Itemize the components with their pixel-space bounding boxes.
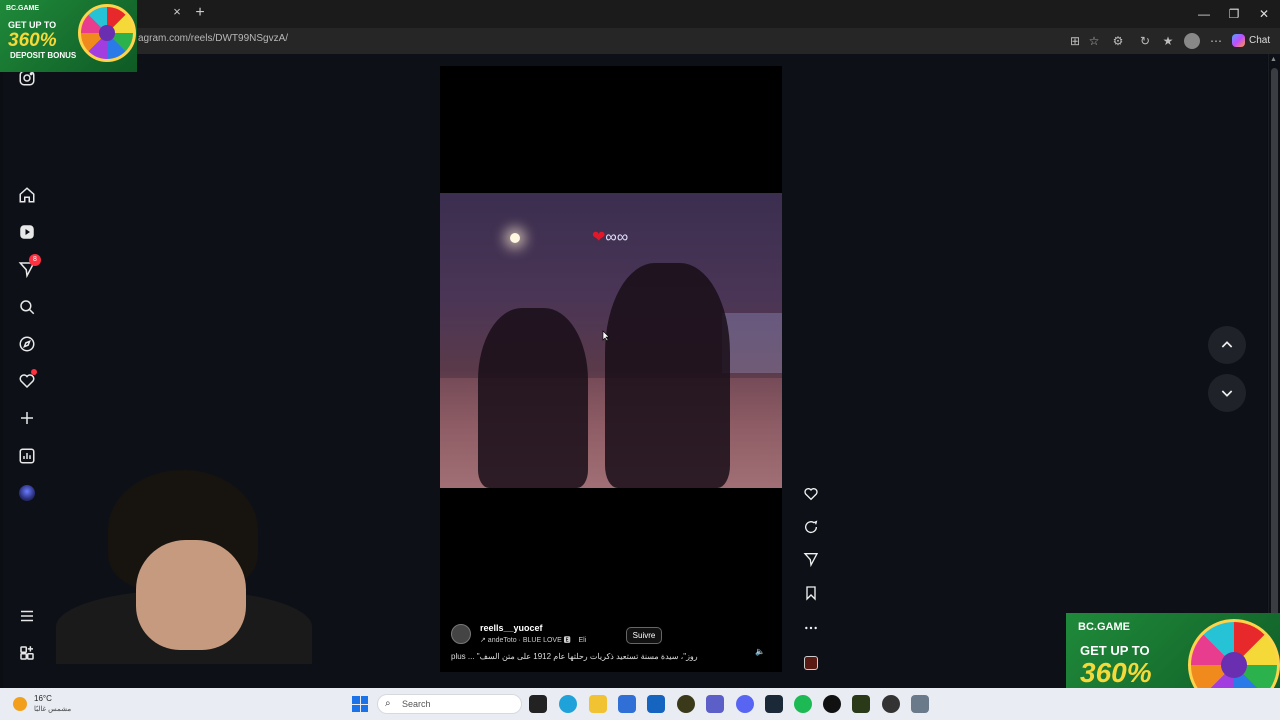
building-lights <box>722 313 782 373</box>
edge-icon[interactable] <box>559 695 577 713</box>
chat-label: Chat <box>1249 35 1271 46</box>
heart-icon: ❤ <box>592 229 606 246</box>
mute-icon[interactable]: 🔈 <box>755 647 769 661</box>
app-icon-3[interactable] <box>852 695 870 713</box>
reel-audio-text: ↗ andeToto · BLUE LOVE 🅴 <box>480 637 571 644</box>
dashboard-icon[interactable] <box>17 446 37 466</box>
windows-start-icon[interactable] <box>352 696 368 712</box>
chevron-down-icon <box>1221 390 1233 397</box>
steam-icon[interactable] <box>765 695 783 713</box>
comment-icon[interactable] <box>802 518 820 536</box>
person-right <box>605 263 730 488</box>
webcam-face <box>136 540 246 650</box>
minimize-button[interactable]: — <box>1192 4 1216 24</box>
messages-icon[interactable]: 8 <box>17 254 41 279</box>
like-icon[interactable] <box>802 485 820 503</box>
reels-icon[interactable] <box>17 222 37 242</box>
file-explorer-icon[interactable] <box>589 695 607 713</box>
settings-icon[interactable] <box>911 695 929 713</box>
ad-brand: BC.GAME <box>6 5 40 12</box>
ad-percent: 360% <box>8 30 57 51</box>
share-icon[interactable] <box>802 550 820 568</box>
ad-deposit-bonus: DEPOSIT BONUS <box>10 51 77 60</box>
ad-percent-bottom: 360% <box>1080 657 1152 688</box>
reel-username[interactable]: reells__yuocef <box>480 623 543 633</box>
create-icon[interactable] <box>17 408 37 428</box>
browser-tab-bar: × + — ❐ ✕ <box>0 0 1280 28</box>
outlook-icon[interactable] <box>618 695 636 713</box>
mouse-cursor <box>602 330 610 342</box>
favorites-icon[interactable]: ★ <box>1160 33 1176 49</box>
save-icon[interactable] <box>802 584 820 602</box>
notification-dot <box>31 369 37 375</box>
weather-sun-icon[interactable] <box>13 697 27 711</box>
more-apps-icon[interactable] <box>17 643 37 663</box>
app-icon-2[interactable] <box>823 695 841 713</box>
split-screen-icon[interactable]: ⊞ <box>1067 33 1083 49</box>
webcam-overlay <box>56 470 312 664</box>
more-options-icon[interactable] <box>802 619 820 637</box>
windows-taskbar <box>0 688 1280 720</box>
bcgame-ad-top[interactable]: BC.GAME GET UP TO 360% DEPOSIT BONUS <box>0 0 137 72</box>
search-icon[interactable] <box>17 297 37 317</box>
spotify-icon[interactable] <box>794 695 812 713</box>
reel-audio-label[interactable]: ↗ andeToto · BLUE LOVE 🅴 Eli <box>480 635 586 645</box>
page-scrollbar[interactable]: ▲ ▼ <box>1268 54 1280 688</box>
notifications-badge: 8 <box>29 254 41 266</box>
tab-close-button[interactable]: × <box>170 3 184 21</box>
weather-temperature[interactable]: 16°C <box>34 694 52 703</box>
task-view-icon[interactable] <box>529 695 547 713</box>
teams-icon[interactable] <box>706 695 724 713</box>
menu-icon[interactable] <box>17 606 37 626</box>
weather-description[interactable]: مشمس غالبًا <box>34 705 71 713</box>
reel-player[interactable]: ❤∞∞ <box>440 66 782 672</box>
close-window-button[interactable]: ✕ <box>1252 4 1276 24</box>
app-icon-4[interactable] <box>882 695 900 713</box>
favorite-star-icon[interactable]: ☆ <box>1086 33 1102 49</box>
copilot-chat-button[interactable]: Chat <box>1232 32 1270 50</box>
lucky-spin-wheel <box>78 4 136 62</box>
notifications-icon[interactable] <box>17 369 37 391</box>
reel-caption[interactable]: plus ... "روز"، سيدة مسنة تستعيد ذكريات … <box>451 652 741 661</box>
ad-brand-bottom: BC.GAME <box>1078 621 1130 633</box>
infinity-text: ∞∞ <box>605 229 629 246</box>
taskbar-search-placeholder: Search <box>402 699 431 709</box>
home-icon[interactable] <box>17 185 37 205</box>
copilot-icon <box>1232 33 1245 47</box>
scroll-thumb[interactable] <box>1271 68 1278 668</box>
taskbar-search[interactable]: ⌕ Search <box>377 694 522 714</box>
person-left <box>478 308 588 488</box>
reel-video[interactable]: ❤∞∞ <box>440 193 782 488</box>
profile-icon[interactable] <box>17 483 37 503</box>
explore-icon[interactable] <box>17 334 37 354</box>
next-reel-button[interactable] <box>1208 374 1246 412</box>
browser-menu-icon[interactable]: ⋯ <box>1208 33 1224 49</box>
profile-avatar <box>19 485 35 501</box>
reel-owner-avatar[interactable] <box>451 624 471 644</box>
chevron-up-icon <box>1221 341 1233 348</box>
audio-thumbnail[interactable] <box>804 656 818 670</box>
restore-button[interactable]: ❐ <box>1222 4 1246 24</box>
previous-reel-button[interactable] <box>1208 326 1246 364</box>
ad-get-up-to: GET UP TO <box>8 20 57 30</box>
profile-avatar-icon[interactable] <box>1184 33 1200 49</box>
heart-infinity-overlay: ❤∞∞ <box>592 227 628 247</box>
street-lamp <box>510 233 520 243</box>
search-icon: ⌕ <box>385 698 391 709</box>
ad-get-up-to-bottom: GET UP TO <box>1080 643 1150 658</box>
store-icon[interactable] <box>647 695 665 713</box>
discord-icon[interactable] <box>736 695 754 713</box>
reel-audio-extra: Eli <box>578 637 587 644</box>
new-tab-button[interactable]: + <box>192 3 208 23</box>
scroll-up-arrow[interactable]: ▲ <box>1270 56 1277 63</box>
follow-button[interactable]: Suivre <box>626 627 662 644</box>
sync-icon[interactable]: ↻ <box>1137 33 1153 49</box>
extensions-icon[interactable]: ⚙ <box>1110 33 1126 49</box>
app-icon-1[interactable] <box>677 695 695 713</box>
url-text[interactable]: agram.com/reels/DWT99NSgvzA/ <box>138 33 288 44</box>
